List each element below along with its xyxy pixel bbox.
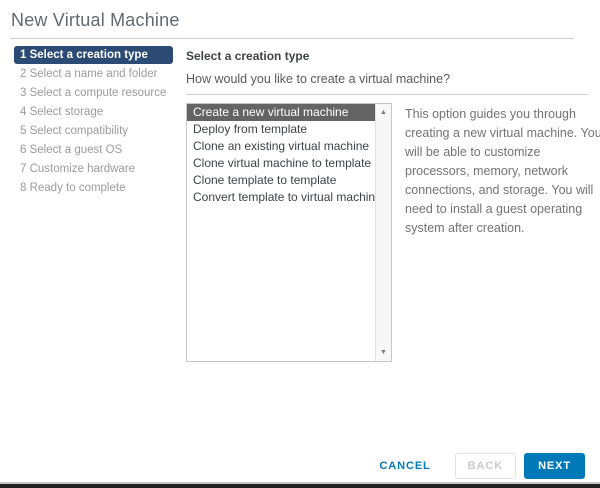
footer: CANCEL BACK NEXT — [377, 453, 585, 479]
creation-type-listbox[interactable]: Create a new virtual machineDeploy from … — [186, 103, 392, 362]
step-heading: Select a creation type — [186, 46, 600, 63]
next-button[interactable]: NEXT — [524, 453, 585, 479]
scroll-up-icon[interactable]: ▲ — [380, 104, 387, 121]
creation-type-option[interactable]: Clone template to template — [187, 172, 375, 189]
wizard-body: 1 Select a creation type2 Select a name … — [0, 39, 600, 362]
selection-row: Create a new virtual machineDeploy from … — [186, 103, 600, 362]
wizard-step[interactable]: 2 Select a name and folder — [14, 65, 173, 83]
creation-type-option[interactable]: Clone an existing virtual machine — [187, 138, 375, 155]
cancel-button[interactable]: CANCEL — [377, 454, 432, 478]
content-divider — [186, 94, 588, 95]
wizard-step[interactable]: 7 Customize hardware — [14, 160, 173, 178]
step-question: How would you like to create a virtual m… — [186, 72, 600, 86]
creation-type-option[interactable]: Deploy from template — [187, 121, 375, 138]
dialog-bottom-edge — [0, 482, 600, 488]
wizard-steps: 1 Select a creation type2 Select a name … — [14, 46, 173, 362]
creation-type-list: Create a new virtual machineDeploy from … — [187, 104, 375, 206]
wizard-step[interactable]: 1 Select a creation type — [14, 46, 173, 64]
step-content: Select a creation type How would you lik… — [173, 46, 600, 362]
wizard-step[interactable]: 3 Select a compute resource — [14, 84, 173, 102]
wizard-step[interactable]: 4 Select storage — [14, 103, 173, 121]
back-button[interactable]: BACK — [455, 453, 516, 479]
creation-type-option[interactable]: Convert template to virtual machine — [187, 189, 375, 206]
scroll-down-icon[interactable]: ▼ — [380, 344, 387, 361]
wizard-step[interactable]: 5 Select compatibility — [14, 122, 173, 140]
dialog-title: New Virtual Machine — [0, 0, 600, 31]
creation-type-option[interactable]: Clone virtual machine to template — [187, 155, 375, 172]
wizard-step[interactable]: 8 Ready to complete — [14, 179, 173, 197]
creation-type-option[interactable]: Create a new virtual machine — [187, 104, 375, 121]
option-description: This option guides you through creating … — [392, 103, 600, 362]
wizard-step[interactable]: 6 Select a guest OS — [14, 141, 173, 159]
new-virtual-machine-dialog: New Virtual Machine 1 Select a creation … — [0, 0, 600, 488]
listbox-scrollbar[interactable]: ▲ ▼ — [375, 104, 391, 361]
